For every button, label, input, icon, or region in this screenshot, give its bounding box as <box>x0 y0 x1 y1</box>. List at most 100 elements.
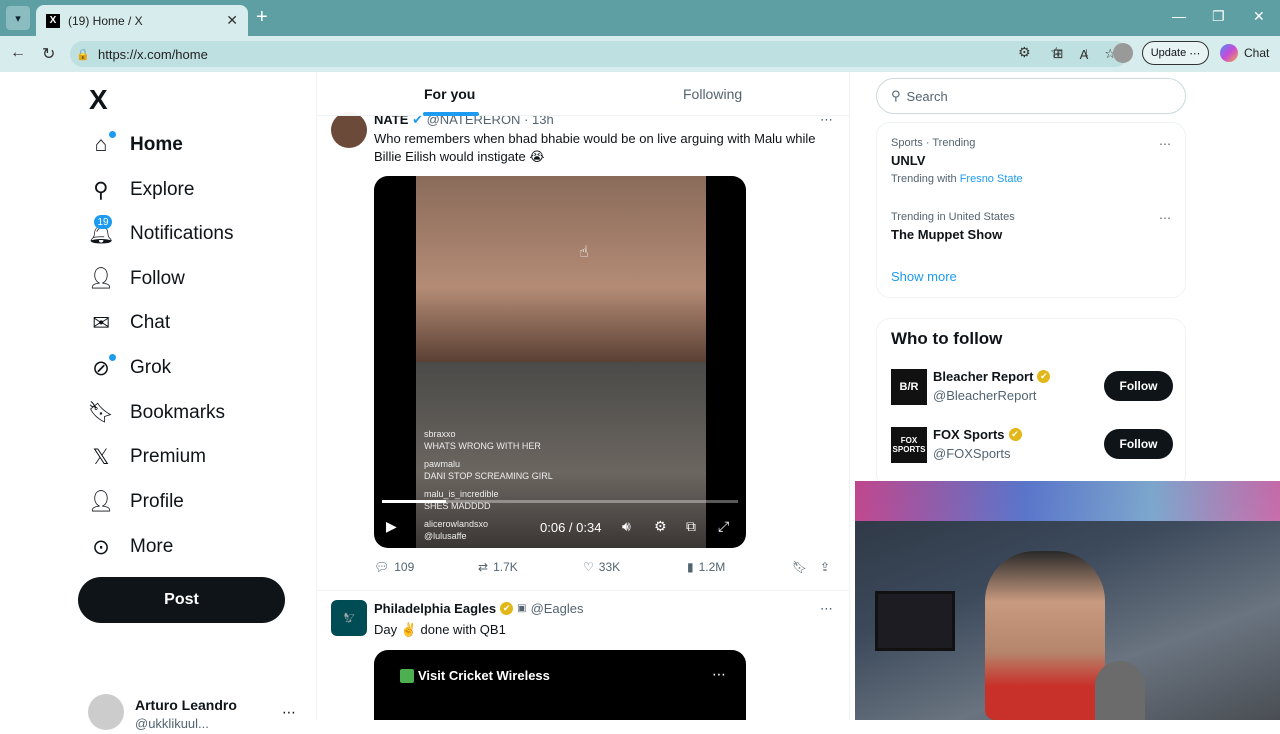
video-player[interactable]: sbraxxo WHATS WRONG WITH HER pawmalu DANI … <box>374 176 746 548</box>
nav-profile[interactable]: 👤︎ Profile <box>88 480 184 524</box>
reply-button[interactable]: 💬︎ 109 <box>374 560 414 574</box>
avatar[interactable]: 🦅︎ <box>331 600 367 636</box>
trend-item[interactable]: Sports · Trending UNLV Trending with Fre… <box>891 137 1171 185</box>
tab-actions-menu-button[interactable]: ▾ <box>6 6 30 30</box>
trend-more-icon[interactable]: ⋯ <box>1159 211 1171 225</box>
settings-gear-icon[interactable]: ⚙ <box>654 518 667 535</box>
bookmark-button[interactable]: 🔖︎ <box>792 560 807 574</box>
repost-button[interactable]: ⇄ 1.7K <box>478 560 518 574</box>
minimize-button[interactable]: — <box>1172 8 1186 24</box>
pip-icon[interactable]: ⧉ <box>686 518 696 535</box>
tab-for-you[interactable]: For you <box>424 86 475 102</box>
nav-grok[interactable]: ⊘ Grok <box>88 346 171 390</box>
new-tab-button[interactable]: + <box>256 6 268 28</box>
account-switcher[interactable]: Arturo Leandro @ukklikuul... ⋯ <box>88 694 308 734</box>
nav-bookmarks[interactable]: 🔖︎ Bookmarks <box>88 391 225 435</box>
copilot-chat-label[interactable]: Chat <box>1244 46 1269 60</box>
video-time: 0:06 / 0:34 <box>540 520 602 535</box>
downloads-icon[interactable]: ↓ <box>1083 44 1090 60</box>
tab-following[interactable]: Following <box>683 86 742 102</box>
verified-gold-icon: ✔ <box>500 602 514 615</box>
like-button[interactable]: ♡ 33K <box>583 560 620 574</box>
close-tab-icon[interactable]: ✕ <box>226 12 238 29</box>
follow-button[interactable]: Follow <box>1104 429 1173 459</box>
tweet-actions: 💬︎ 109 ⇄ 1.7K ♡ 33K ▮ 1.2M 🔖︎ ⇪ <box>374 560 844 580</box>
nav-more[interactable]: ⊙ More <box>88 525 173 569</box>
nav-premium-label: Premium <box>130 446 207 467</box>
play-icon[interactable]: ▶ <box>386 518 397 535</box>
live-comment-user: malu_is_incredible <box>424 489 499 499</box>
nav-follow-label: Follow <box>130 268 185 289</box>
nav-follow[interactable]: 👤︎ Follow <box>88 257 185 301</box>
extension-icon[interactable]: ⚙ <box>1018 44 1031 61</box>
video-frame-top <box>416 176 706 362</box>
ad-more-icon[interactable]: ⋯ <box>712 666 726 683</box>
tweet-text: Who remembers when bhad bhabie would be … <box>374 131 816 164</box>
ad-label[interactable]: Visit Cricket Wireless <box>400 668 550 683</box>
video-progress-bar[interactable] <box>382 500 738 503</box>
person-plus-icon: 👤︎ <box>87 267 115 290</box>
copilot-icon[interactable] <box>1220 44 1238 62</box>
trend-meta: Trending in United States <box>891 211 1015 223</box>
follow-button[interactable]: Follow <box>1104 371 1173 401</box>
trend-more-icon[interactable]: ⋯ <box>1159 137 1171 151</box>
x-logo-icon[interactable]: X <box>89 84 108 116</box>
search-input[interactable]: ⚲ Search <box>876 78 1186 114</box>
more-icon[interactable]: ⋯ <box>282 704 296 721</box>
volume-icon[interactable]: 🔊︎ <box>622 518 631 535</box>
refresh-button[interactable]: ↻ <box>42 44 55 64</box>
verified-gold-icon: ✔ <box>1037 370 1051 383</box>
tweet-text: Day ✌️ done with QB1 <box>374 622 506 637</box>
heart-icon: ♡ <box>583 560 594 574</box>
feed-tabs: For you Following <box>317 72 849 116</box>
more-circle-icon: ⊙ <box>92 535 110 559</box>
active-tab-indicator <box>423 112 479 116</box>
share-button[interactable]: ⇪ <box>820 560 830 574</box>
avatar[interactable] <box>331 112 367 148</box>
notification-badge: 19 <box>94 215 112 229</box>
restore-button[interactable]: ❐ <box>1212 8 1225 25</box>
favorites-icon[interactable]: ☆ <box>1050 44 1063 61</box>
url-field[interactable]: 🔒 https://x.com/home ⊞ A ☆ <box>70 41 1128 67</box>
fullscreen-icon[interactable]: ⤢ <box>718 518 729 535</box>
tweet-more-icon[interactable]: ⋯ <box>820 601 833 617</box>
webcam-microphone <box>1095 661 1145 720</box>
nav-chat[interactable]: ✉ Chat <box>88 301 170 345</box>
update-button[interactable]: Update ⋯ <box>1142 41 1209 65</box>
views-button[interactable]: ▮ 1.2M <box>687 560 725 574</box>
follow-suggestion[interactable]: B/R Bleacher Report ✔ @BleacherReport Fol… <box>891 367 1173 407</box>
site-info-icon[interactable]: 🔒 <box>76 47 90 61</box>
bookmark-icon: 🔖︎ <box>87 401 115 424</box>
view-count: 1.2M <box>698 560 726 574</box>
nav-notifications[interactable]: 🔔︎ 19 Notifications <box>88 212 234 256</box>
suggestion-name: Bleacher Report ✔ <box>933 369 1051 384</box>
post-button[interactable]: Post <box>78 577 285 623</box>
tweet-author-name[interactable]: Philadelphia Eagles <box>374 601 496 616</box>
follow-suggestion[interactable]: FOX SPORTS FOX Sports ✔ @FOXSports Follow <box>891 425 1173 465</box>
trend-meta: Sports · Trending <box>891 137 976 149</box>
close-window-button[interactable]: ✕ <box>1253 8 1265 25</box>
update-label: Update <box>1150 47 1187 59</box>
trend-item[interactable]: Trending in United States The Muppet Sho… <box>891 211 1171 242</box>
ad-card[interactable]: Visit Cricket Wireless ⋯ <box>374 650 746 720</box>
browser-tab[interactable]: X (19) Home / X ✕ <box>36 5 248 36</box>
nav-home[interactable]: ⌂ Home <box>88 123 183 167</box>
reply-count: 109 <box>394 560 415 574</box>
webcam-led-lights <box>855 481 1280 521</box>
live-comment-text: DANI STOP SCREAMING GIRL <box>424 471 553 481</box>
new-dot <box>109 131 116 138</box>
avatar <box>88 694 124 730</box>
tweet-author-handle[interactable]: @Eagles <box>531 601 584 616</box>
browser-profile-avatar[interactable] <box>1113 43 1133 63</box>
trend-with-label: Trending with <box>891 173 957 185</box>
trend-with-link[interactable]: Fresno State <box>960 173 1023 185</box>
left-sidebar: X ⌂ Home ⚲ Explore 🔔︎ 19 Notifications 👤︎… <box>0 72 316 731</box>
nav-explore[interactable]: ⚲ Explore <box>88 168 194 212</box>
back-button[interactable]: ← <box>10 44 26 62</box>
account-handle: @ukklikuul... <box>135 716 209 731</box>
main-feed: For you Following NATE ✔ @NATERERON · 13… <box>316 72 850 720</box>
verified-gold-icon: ✔ <box>1008 428 1022 441</box>
nav-premium[interactable]: 𝕏 Premium <box>88 435 206 479</box>
show-more-link[interactable]: Show more <box>891 269 957 284</box>
nav-profile-label: Profile <box>130 491 184 512</box>
